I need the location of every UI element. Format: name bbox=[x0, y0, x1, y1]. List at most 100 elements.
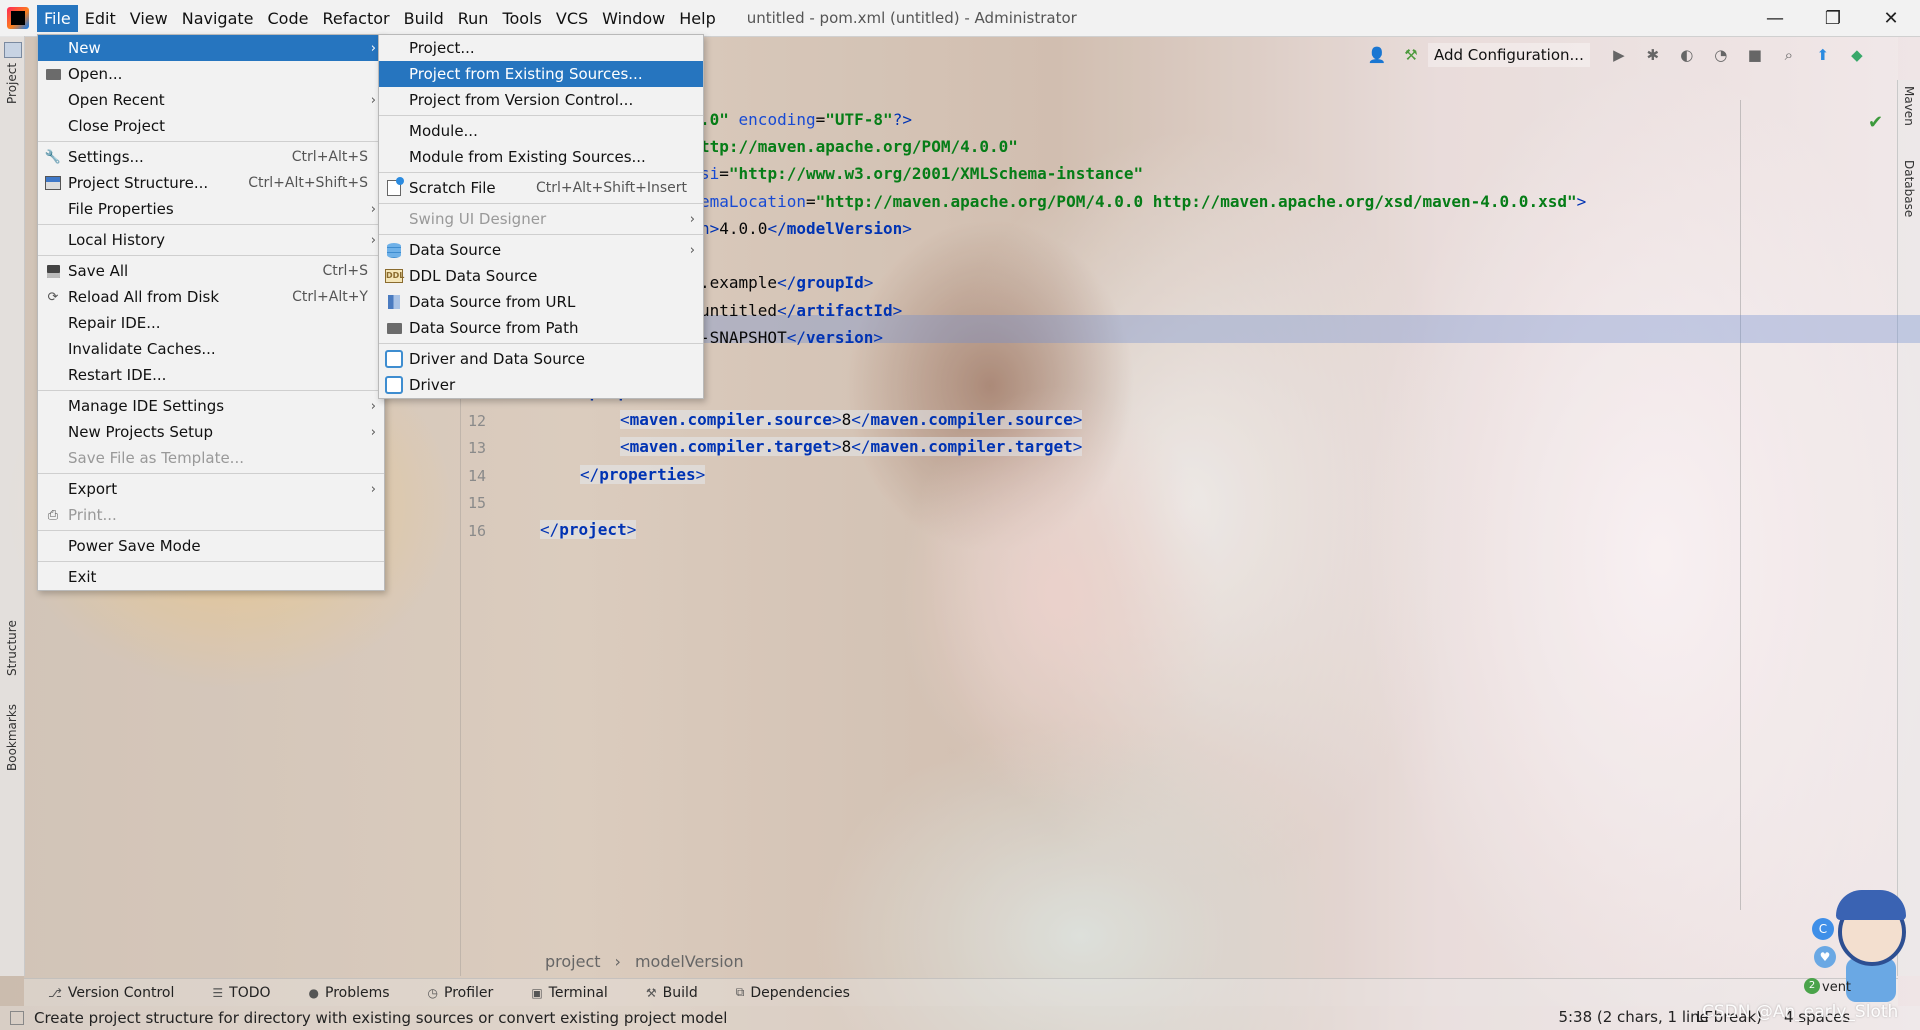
menu-refactor[interactable]: Refactor bbox=[315, 5, 396, 32]
event-log-label[interactable]: vent bbox=[1822, 980, 1851, 995]
menu-item-label: New Projects Setup bbox=[68, 423, 214, 441]
file-menu-item-close-project[interactable]: Close Project bbox=[38, 113, 384, 139]
new-menu-item-module-from-existing-sources[interactable]: Module from Existing Sources... bbox=[379, 144, 703, 170]
new-menu-item-driver[interactable]: Driver bbox=[379, 372, 703, 398]
tool-window-bar: ⎇ Version Control ☰ TODO ● Problems ◷ Profil… bbox=[24, 978, 1898, 1006]
build-hammer-icon[interactable]: ⚒ bbox=[1402, 46, 1420, 64]
mascot-widget[interactable]: C ♥ 2 vent bbox=[1804, 888, 1912, 1006]
menu-view[interactable]: View bbox=[123, 5, 175, 32]
file-menu-item-save-all[interactable]: Save All Ctrl+S bbox=[38, 258, 384, 284]
code-line-4: emaLocation="http://maven.apache.org/POM… bbox=[700, 192, 1587, 211]
tool-dependencies[interactable]: ⧉ Dependencies bbox=[736, 985, 850, 1001]
code-line-16: </project> bbox=[540, 520, 637, 539]
version-control-icon: ⎇ bbox=[48, 985, 62, 1000]
run-icon[interactable]: ▶ bbox=[1610, 46, 1628, 64]
plugin-logo-icon[interactable]: ◆ bbox=[1848, 46, 1866, 64]
menu-item-label: Driver bbox=[409, 376, 456, 394]
menu-help[interactable]: Help bbox=[672, 5, 722, 32]
update-icon[interactable]: ⬆ bbox=[1814, 46, 1832, 64]
inspection-ok-icon[interactable]: ✔ bbox=[1868, 112, 1883, 133]
file-menu-item-open[interactable]: Open... bbox=[38, 61, 384, 87]
profile-icon[interactable]: ◔ bbox=[1712, 46, 1730, 64]
user-icon[interactable]: 👤 bbox=[1368, 46, 1387, 64]
file-menu-item-open-recent[interactable]: Open Recent › bbox=[38, 87, 384, 113]
tab-database[interactable]: Database bbox=[1902, 160, 1916, 217]
file-menu-item-local-history[interactable]: Local History › bbox=[38, 227, 384, 253]
menu-item-label: Project... bbox=[409, 39, 475, 57]
window-title: untitled - pom.xml (untitled) - Administ… bbox=[746, 9, 1077, 27]
menu-item-label: Local History bbox=[68, 231, 166, 249]
line-number: 15 bbox=[467, 494, 486, 512]
menu-item-shortcut: Ctrl+Alt+Y bbox=[292, 289, 368, 305]
tool-build[interactable]: ⚒ Build bbox=[646, 985, 698, 1001]
tab-bookmarks[interactable]: Bookmarks bbox=[5, 704, 19, 771]
search-icon[interactable]: ⌕ bbox=[1780, 46, 1798, 64]
tool-profiler[interactable]: ◷ Profiler bbox=[428, 985, 494, 1001]
menu-separator bbox=[38, 255, 384, 256]
new-menu-item-scratch-file[interactable]: Scratch File Ctrl+Alt+Shift+Insert bbox=[379, 175, 703, 201]
debug-icon[interactable]: ✱ bbox=[1644, 46, 1662, 64]
file-menu-item-settings[interactable]: 🔧 Settings... Ctrl+Alt+S bbox=[38, 144, 384, 170]
tool-version-control[interactable]: ⎇ Version Control bbox=[48, 985, 174, 1001]
menu-window[interactable]: Window bbox=[595, 5, 672, 32]
file-menu-item-repair-ide[interactable]: Repair IDE... bbox=[38, 310, 384, 336]
menu-build[interactable]: Build bbox=[397, 5, 451, 32]
close-button[interactable]: ✕ bbox=[1862, 0, 1920, 36]
menu-item-label: Repair IDE... bbox=[68, 314, 161, 332]
event-log-count[interactable]: 2 bbox=[1804, 978, 1820, 994]
new-menu-item-driver-and-data-source[interactable]: Driver and Data Source bbox=[379, 346, 703, 372]
new-menu-item-project[interactable]: Project... bbox=[379, 35, 703, 61]
file-menu-item-invalidate-caches[interactable]: Invalidate Caches... bbox=[38, 336, 384, 362]
file-menu-item-exit[interactable]: Exit bbox=[38, 564, 384, 590]
menu-navigate[interactable]: Navigate bbox=[175, 5, 261, 32]
new-menu-item-data-source-from-path[interactable]: Data Source from Path bbox=[379, 315, 703, 341]
menu-item-label: Data Source from Path bbox=[409, 319, 579, 337]
menu-edit[interactable]: Edit bbox=[78, 5, 123, 32]
coverage-icon[interactable]: ◐ bbox=[1678, 46, 1696, 64]
file-menu-item-export[interactable]: Export › bbox=[38, 476, 384, 502]
tool-todo[interactable]: ☰ TODO bbox=[212, 985, 270, 1001]
menu-separator bbox=[379, 234, 703, 235]
new-menu-item-project-from-existing-sources[interactable]: Project from Existing Sources... bbox=[379, 61, 703, 87]
menu-tools[interactable]: Tools bbox=[495, 5, 548, 32]
menu-item-shortcut: Ctrl+Alt+S bbox=[291, 149, 368, 165]
file-menu-item-reload-all-from-disk[interactable]: ⟳ Reload All from Disk Ctrl+Alt+Y bbox=[38, 284, 384, 310]
tab-structure[interactable]: Structure bbox=[5, 620, 19, 676]
new-menu-item-module[interactable]: Module... bbox=[379, 118, 703, 144]
intellij-logo-icon[interactable] bbox=[7, 7, 29, 29]
new-menu-item-project-from-version-control[interactable]: Project from Version Control... bbox=[379, 87, 703, 113]
mascot-hat bbox=[1836, 890, 1906, 920]
tool-terminal[interactable]: ▣ Terminal bbox=[531, 985, 608, 1001]
menu-item-label: Module... bbox=[409, 122, 478, 140]
status-indicator-icon[interactable] bbox=[10, 1011, 24, 1025]
file-menu-item-manage-ide-settings[interactable]: Manage IDE Settings › bbox=[38, 393, 384, 419]
new-menu-item-ddl-data-source[interactable]: DDL DDL Data Source bbox=[379, 263, 703, 289]
tab-maven[interactable]: Maven bbox=[1902, 86, 1916, 126]
minimize-button[interactable]: — bbox=[1746, 0, 1804, 36]
file-menu-item-new-projects-setup[interactable]: New Projects Setup › bbox=[38, 419, 384, 445]
menu-run[interactable]: Run bbox=[451, 5, 496, 32]
build-icon: ⚒ bbox=[645, 985, 657, 1000]
stop-icon[interactable]: ■ bbox=[1746, 46, 1764, 64]
breadcrumb-item[interactable]: modelVersion bbox=[635, 952, 744, 971]
menu-separator bbox=[379, 343, 703, 344]
restore-button[interactable]: ❐ bbox=[1804, 0, 1862, 36]
file-menu-item-power-save-mode[interactable]: Power Save Mode bbox=[38, 533, 384, 559]
menu-vcs[interactable]: VCS bbox=[549, 5, 595, 32]
project-view-icon[interactable] bbox=[4, 42, 22, 58]
file-menu-item-file-properties[interactable]: File Properties › bbox=[38, 196, 384, 222]
new-menu-item-data-source[interactable]: Data Source › bbox=[379, 237, 703, 263]
menu-code[interactable]: Code bbox=[261, 5, 316, 32]
file-menu-item-new[interactable]: New › bbox=[38, 35, 384, 61]
add-configuration-button[interactable]: Add Configuration... bbox=[1428, 43, 1590, 67]
menu-item-label: Project from Existing Sources... bbox=[409, 65, 643, 83]
driver-icon bbox=[385, 350, 403, 368]
tool-problems[interactable]: ● Problems bbox=[309, 985, 390, 1001]
file-menu-item-restart-ide[interactable]: Restart IDE... bbox=[38, 362, 384, 388]
file-menu-item-project-structure[interactable]: Project Structure... Ctrl+Alt+Shift+S bbox=[38, 170, 384, 196]
tab-project[interactable]: Project bbox=[5, 63, 19, 104]
breadcrumb-item[interactable]: project bbox=[545, 952, 601, 971]
new-menu-item-data-source-from-url[interactable]: Data Source from URL bbox=[379, 289, 703, 315]
menu-file[interactable]: File bbox=[37, 4, 78, 32]
chevron-right-icon: › bbox=[370, 92, 376, 108]
